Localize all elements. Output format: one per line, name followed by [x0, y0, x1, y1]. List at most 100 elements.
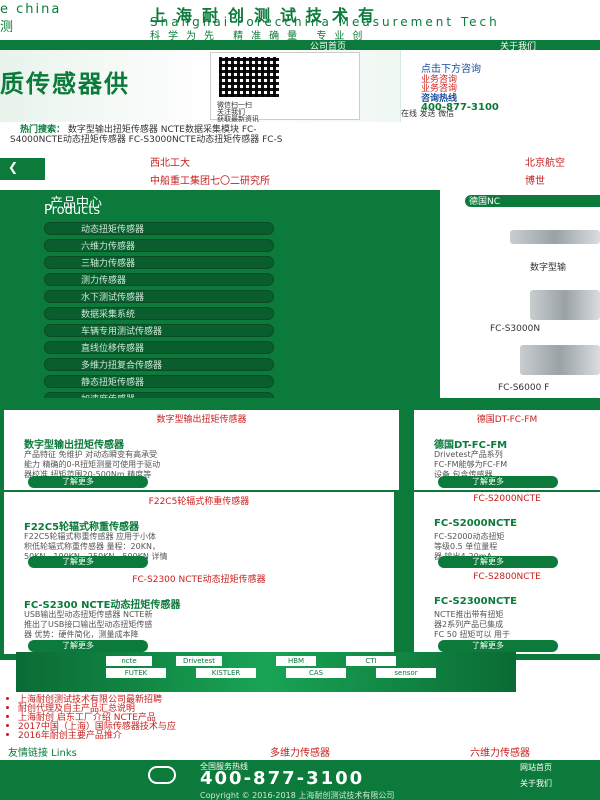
bullet-icon	[6, 733, 9, 736]
contact-buttons[interactable]: 在线 发送 微信	[401, 108, 454, 119]
featured-products: 德国NC 数字型输 FC-S3000N FC-S6000 F	[440, 190, 600, 398]
card-description: 推出了USB接口输出型动态扭矩传感	[24, 620, 153, 629]
site-footer: 全国服务热线 400-877-3100 Copyright © 2016-201…	[0, 760, 600, 800]
footer-link-about[interactable]: 关于我们	[520, 778, 552, 789]
product-category-label: 动态扭矩传感器	[81, 225, 145, 235]
contact-panel: 点击下方咨询 业务咨询 业务咨询 咨询热线 400-877-3100 在线 发送…	[400, 50, 600, 122]
product-category-item[interactable]: 测力传感器	[44, 273, 274, 286]
partner-logo: sensor	[376, 668, 436, 678]
partner-logo: FUTEK	[106, 668, 166, 678]
product-category-item[interactable]: 三轴力传感器	[44, 256, 274, 269]
client-2[interactable]: 北京航空	[525, 154, 565, 169]
product-card[interactable]: FC-S2300 NCTE动态扭矩传感器 FC-S2300 NCTE动态扭矩传感器…	[4, 570, 394, 654]
client-3[interactable]: 中船重工集团七〇二研究所	[150, 172, 270, 187]
card-title[interactable]: F22C5轮辐式称重传感器	[24, 518, 139, 533]
product-image[interactable]	[530, 290, 600, 320]
brand-chinese: 测	[0, 20, 14, 35]
product-category-label: 直线位移传感器	[81, 344, 145, 354]
product-card[interactable]: 数字型输出扭矩传感器 数字型输出扭矩传感器 产品特征 免维护 对动态瞬变有高承受 能力…	[4, 410, 399, 490]
card-title[interactable]: FC-S2300NCTE	[434, 596, 517, 607]
client-strip: ❮ 西北工大 北京航空 中船重工集团七〇二研究所 博世	[0, 152, 600, 190]
card-description: FC 50 扭矩可以 用于	[434, 630, 510, 639]
learn-more-label: 了解更多	[472, 477, 504, 486]
product-category-item[interactable]: 六维力传感器	[44, 239, 274, 252]
hot-search: 热门搜索： 数字型输出扭矩传感器 NCTE数据采集模块 FC- S4000NCT…	[0, 122, 600, 152]
footer-link-home[interactable]: 网站首页	[520, 762, 552, 773]
partner-logo: ncte	[106, 656, 152, 666]
learn-more-label: 了解更多	[62, 641, 94, 650]
learn-more-label: 了解更多	[62, 557, 94, 566]
card-title[interactable]: FC-S2300 NCTE动态扭矩传感器	[24, 596, 180, 611]
product-card[interactable]: F22C5轮辐式称重传感器 F22C5轮辐式称重传感器 F22C5轮辐式称重传感器 …	[4, 492, 394, 570]
card-title[interactable]: 数字型输出扭矩传感器	[24, 436, 124, 451]
product-category-item[interactable]: 水下测试传感器	[44, 290, 274, 303]
partner-logo: CAS	[286, 668, 346, 678]
partner-logo: Drivetest	[176, 656, 222, 666]
product-category-item[interactable]: 车辆专用测试传感器	[44, 324, 274, 337]
product-card[interactable]: 德国DT-FC-FM 德国DT-FC-FM Drivetest产品系列 FC-FM能够…	[414, 410, 600, 490]
product-caption[interactable]: FC-S6000 F	[498, 383, 549, 393]
learn-more-button[interactable]: 了解更多	[28, 640, 148, 652]
product-category-item[interactable]: 数据采集系统	[44, 307, 274, 320]
learn-more-label: 了解更多	[62, 477, 94, 486]
learn-more-button[interactable]: 了解更多	[438, 476, 558, 488]
learn-more-button[interactable]: 了解更多	[28, 556, 148, 568]
banner-headline: 质传感器供	[0, 70, 130, 98]
card-description: NCTE推出带有扭矩	[434, 610, 504, 619]
product-category-label: 静态扭矩传感器	[81, 378, 145, 388]
learn-more-button[interactable]: 了解更多	[28, 476, 148, 488]
product-caption[interactable]: FC-S3000N	[490, 324, 540, 334]
product-image[interactable]	[520, 345, 600, 375]
learn-more-label: 了解更多	[472, 557, 504, 566]
bullet-icon	[6, 706, 9, 709]
card-description: 积低轮辐式称重传感器 量程：20KN，	[24, 542, 160, 551]
hot-search-links-2[interactable]: S4000NCTE动态扭矩传感器 FC-S3000NCTE动态扭矩传感器 FC-…	[10, 132, 283, 145]
card-description: 产品特征 免维护 对动态瞬变有高承受	[24, 450, 158, 459]
copyright: Copyright © 2016-2018 上海耐创测试技术有限公司	[200, 791, 395, 800]
phone-icon	[148, 766, 176, 784]
brand-english: e china	[0, 2, 62, 17]
friend-link-2[interactable]: 六维力传感器	[470, 744, 530, 759]
learn-more-button[interactable]: 了解更多	[438, 556, 558, 568]
client-4[interactable]: 博世	[525, 172, 545, 187]
card-description: 器2系列产品已集成	[434, 620, 504, 629]
featured-tag: 德国NC	[465, 195, 600, 207]
partner-logo: HBM	[276, 656, 316, 666]
prev-arrow-button[interactable]: ❮	[0, 158, 45, 180]
product-category-label: 车辆专用测试传感器	[81, 327, 163, 337]
page: e china 测 上海耐创测试技术有 Shanghai Forecchina …	[0, 0, 600, 800]
product-card[interactable]: FC-S2800NCTE FC-S2300NCTE NCTE推出带有扭矩 器2系列产品…	[414, 570, 600, 654]
product-category-item[interactable]: 多维力扭复合传感器	[44, 358, 274, 371]
card-description: FC-FM能够为FC-FM	[434, 460, 508, 469]
product-cards-grid: 数字型输出扭矩传感器 数字型输出扭矩传感器 产品特征 免维护 对动态瞬变有高承受 能力…	[0, 398, 600, 660]
qr-code-icon	[219, 57, 279, 97]
friend-link-1[interactable]: 多维力传感器	[270, 744, 330, 759]
news-item[interactable]: 2016年耐创主要产品推介	[18, 728, 122, 741]
card-description: 器 优势：硬件简化，测量成本降	[24, 630, 139, 639]
client-1[interactable]: 西北工大	[150, 154, 190, 169]
hero-banner: 质传感器供 微信扫一扫 关注我们 获取最新资讯 点击下方咨询 业务咨询 业务咨询…	[0, 50, 600, 123]
product-caption[interactable]: 数字型输	[530, 260, 566, 273]
card-title[interactable]: 德国DT-FC-FM	[434, 436, 507, 451]
footer-hotline[interactable]: 400-877-3100	[200, 768, 364, 789]
site-header: e china 测 上海耐创测试技术有 Shanghai Forecchina …	[0, 0, 600, 42]
main-nav: 公司首页 关于我们	[0, 40, 600, 52]
product-category-item[interactable]: 直线位移传感器	[44, 341, 274, 354]
card-title[interactable]: FC-S2000NCTE	[434, 518, 517, 529]
card-description: 等级0.5 单位量程	[434, 542, 498, 551]
card-category: 德国DT-FC-FM	[476, 415, 538, 425]
product-card[interactable]: FC-S2000NCTE FC-S2000NCTE FC-S2000动态扭矩 等级0.…	[414, 492, 600, 570]
card-description: 能力 精确的0-R扭矩测量可使用于驱动	[24, 460, 161, 469]
learn-more-button[interactable]: 了解更多	[438, 640, 558, 652]
product-category-label: 测力传感器	[81, 276, 127, 286]
chevron-left-icon: ❮	[8, 160, 19, 174]
card-category: FC-S2300 NCTE动态扭矩传感器	[132, 575, 266, 585]
bullet-icon	[6, 715, 9, 718]
product-image[interactable]	[510, 230, 600, 244]
product-category-item[interactable]: 动态扭矩传感器	[44, 222, 274, 235]
bullet-icon	[6, 724, 9, 727]
bullet-icon	[6, 697, 9, 700]
card-category: FC-S2800NCTE	[473, 572, 541, 582]
brand-banner[interactable]: ncte Drivetest HBM CTI FUTEK KISTLER CAS sensor	[16, 652, 516, 692]
product-category-item[interactable]: 静态扭矩传感器	[44, 375, 274, 388]
